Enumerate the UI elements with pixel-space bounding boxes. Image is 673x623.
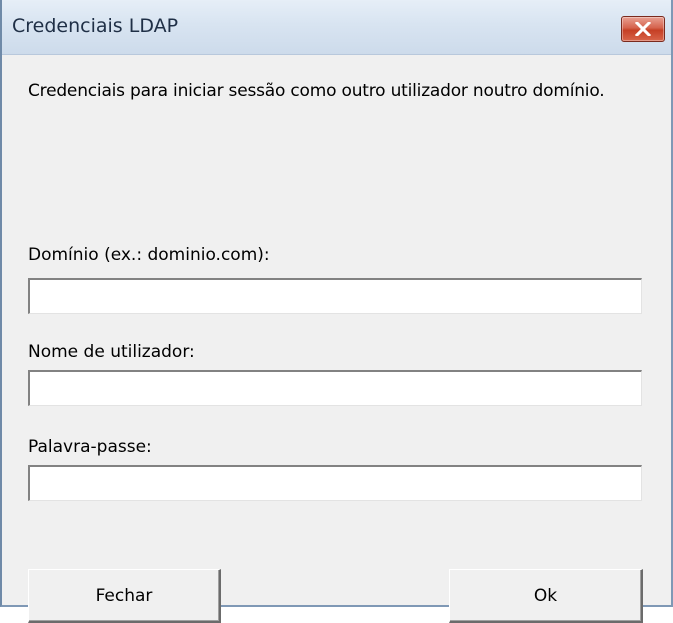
close-icon — [635, 22, 651, 36]
dialog-body: Credenciais para iniciar sessão como out… — [2, 55, 671, 623]
password-input[interactable] — [28, 465, 642, 501]
title-bar[interactable]: Credenciais LDAP — [2, 0, 671, 55]
password-label: Palavra-passe: — [28, 437, 152, 457]
ok-button[interactable]: Ok — [449, 569, 643, 623]
domain-input[interactable] — [28, 278, 642, 314]
domain-label: Domínio (ex.: dominio.com): — [28, 245, 270, 265]
username-label: Nome de utilizador: — [28, 342, 195, 362]
close-button[interactable]: Fechar — [28, 569, 221, 623]
window-close-button[interactable] — [621, 16, 665, 42]
window-title: Credenciais LDAP — [12, 15, 179, 37]
dialog-description: Credenciais para iniciar sessão como out… — [28, 81, 605, 101]
ldap-credentials-dialog: Credenciais LDAP Credenciais para inicia… — [0, 0, 673, 623]
username-input[interactable] — [28, 370, 642, 406]
